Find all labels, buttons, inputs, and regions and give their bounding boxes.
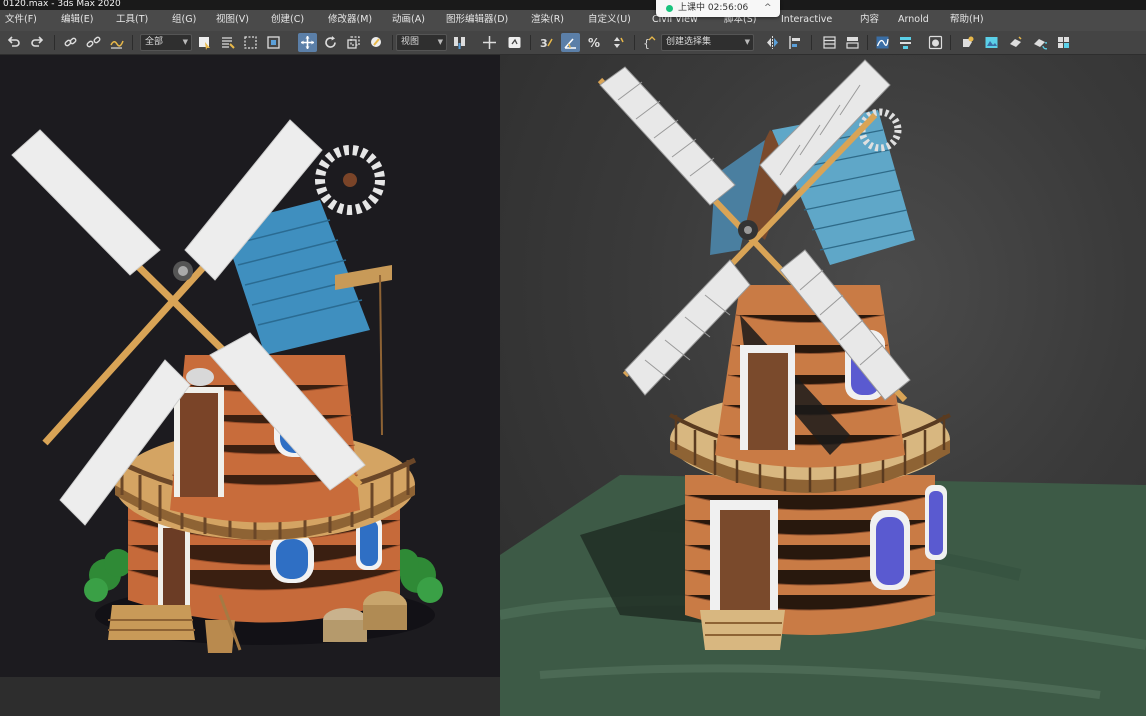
toolbar-separator	[867, 35, 868, 50]
selection-filter-dropdown[interactable]: 全部 ▼	[140, 34, 192, 51]
reference-coord-dropdown[interactable]: 视图 ▼	[396, 34, 447, 51]
menu-graph-editors[interactable]: 图形编辑器(D)	[446, 13, 508, 27]
menu-bar: 文件(F) 编辑(E) 工具(T) 组(G) 视图(V) 创建(C) 修改器(M…	[0, 10, 1146, 31]
toolbar-separator	[54, 35, 55, 50]
svg-text:{: {	[643, 37, 650, 50]
windmill-3d-model-viewport	[500, 59, 1146, 716]
edit-named-selection-icon[interactable]: {	[640, 33, 659, 52]
menu-arnold[interactable]: Arnold	[898, 13, 929, 27]
menu-interactive[interactable]: Interactive	[781, 13, 832, 27]
menu-create[interactable]: 创建(C)	[271, 13, 304, 27]
toolbar-separator	[132, 35, 133, 50]
unlink-icon[interactable]	[84, 33, 103, 52]
snap-3d-icon[interactable]: 3	[537, 33, 556, 52]
render-iterative-icon[interactable]	[1030, 33, 1049, 52]
named-selection-value: 创建选择集	[666, 37, 712, 47]
bind-spacewarp-icon[interactable]	[107, 33, 126, 52]
reference-image-viewport[interactable]	[0, 55, 500, 677]
undo-icon[interactable]	[4, 33, 23, 52]
viewport-gap	[0, 677, 500, 716]
menu-tools[interactable]: 工具(T)	[116, 13, 148, 27]
chevron-down-icon: ▼	[182, 38, 188, 46]
spinner-snap-icon[interactable]	[608, 33, 627, 52]
align-icon[interactable]	[786, 33, 805, 52]
chevron-down-icon: ▼	[437, 38, 443, 46]
redo-icon[interactable]	[28, 33, 47, 52]
curve-editor-icon[interactable]	[873, 33, 892, 52]
recording-dot-icon	[666, 5, 673, 12]
select-by-name-icon[interactable]	[218, 33, 237, 52]
rect-selection-icon[interactable]	[241, 33, 260, 52]
window-title: 0120.max - 3ds Max 2020	[3, 0, 121, 9]
menu-file[interactable]: 文件(F)	[5, 13, 37, 27]
link-icon[interactable]	[61, 33, 80, 52]
rotate-icon[interactable]	[321, 33, 340, 52]
named-selection-dropdown[interactable]: 创建选择集 ▼	[661, 34, 754, 51]
menu-modifiers[interactable]: 修改器(M)	[328, 13, 372, 27]
rendered-frame-icon[interactable]	[982, 33, 1001, 52]
move-icon[interactable]	[298, 33, 317, 52]
reference-coord-value: 视图	[401, 37, 420, 47]
toggle-ribbon-icon[interactable]	[843, 33, 862, 52]
menu-group[interactable]: 组(G)	[172, 13, 196, 27]
chevron-down-icon: ▼	[744, 38, 750, 46]
recording-timer: 上课中 02:56:06	[678, 3, 749, 13]
mirror-icon[interactable]	[763, 33, 782, 52]
menu-rendering[interactable]: 渲染(R)	[531, 13, 564, 27]
schematic-view-icon[interactable]	[896, 33, 915, 52]
toolbar-separator	[950, 35, 951, 50]
crosshair-icon[interactable]	[480, 33, 499, 52]
recording-indicator[interactable]: 上课中 02:56:06 ^	[656, 0, 780, 17]
keyboard-shortcut-icon[interactable]	[505, 33, 524, 52]
menu-customize[interactable]: 自定义(U)	[588, 13, 631, 27]
menu-views[interactable]: 视图(V)	[216, 13, 249, 27]
use-pivot-icon[interactable]	[450, 33, 469, 52]
svg-text:3: 3	[540, 37, 548, 50]
bush-left	[84, 549, 132, 602]
percent-snap-icon[interactable]: %	[585, 33, 604, 52]
render-setup-icon[interactable]	[958, 33, 977, 52]
menu-edit[interactable]: 编辑(E)	[61, 13, 93, 27]
toolbar-separator	[634, 35, 635, 50]
main-toolbar: 全部 ▼ 视图 ▼ 3 % { 创建选择集 ▼	[0, 31, 1146, 55]
svg-text:%: %	[588, 36, 600, 50]
chevron-up-icon[interactable]: ^	[764, 2, 772, 14]
menu-content[interactable]: 内容	[860, 13, 879, 27]
select-place-icon[interactable]	[367, 33, 386, 52]
layer-explorer-icon[interactable]	[820, 33, 839, 52]
open-a360-icon[interactable]	[1054, 33, 1073, 52]
select-object-icon[interactable]	[195, 33, 214, 52]
scale-icon[interactable]	[344, 33, 363, 52]
perspective-viewport[interactable]	[500, 55, 1146, 716]
window-crossing-icon[interactable]	[264, 33, 283, 52]
toolbar-separator	[811, 35, 812, 50]
selection-filter-value: 全部	[145, 37, 164, 47]
render-production-icon[interactable]	[1006, 33, 1025, 52]
menu-help[interactable]: 帮助(H)	[950, 13, 984, 27]
toolbar-separator	[392, 35, 393, 50]
toolbar-separator	[530, 35, 531, 50]
angle-snap-icon[interactable]	[561, 33, 580, 52]
material-editor-icon[interactable]	[926, 33, 945, 52]
windmill-concept-image	[11, 119, 443, 653]
menu-animation[interactable]: 动画(A)	[392, 13, 425, 27]
